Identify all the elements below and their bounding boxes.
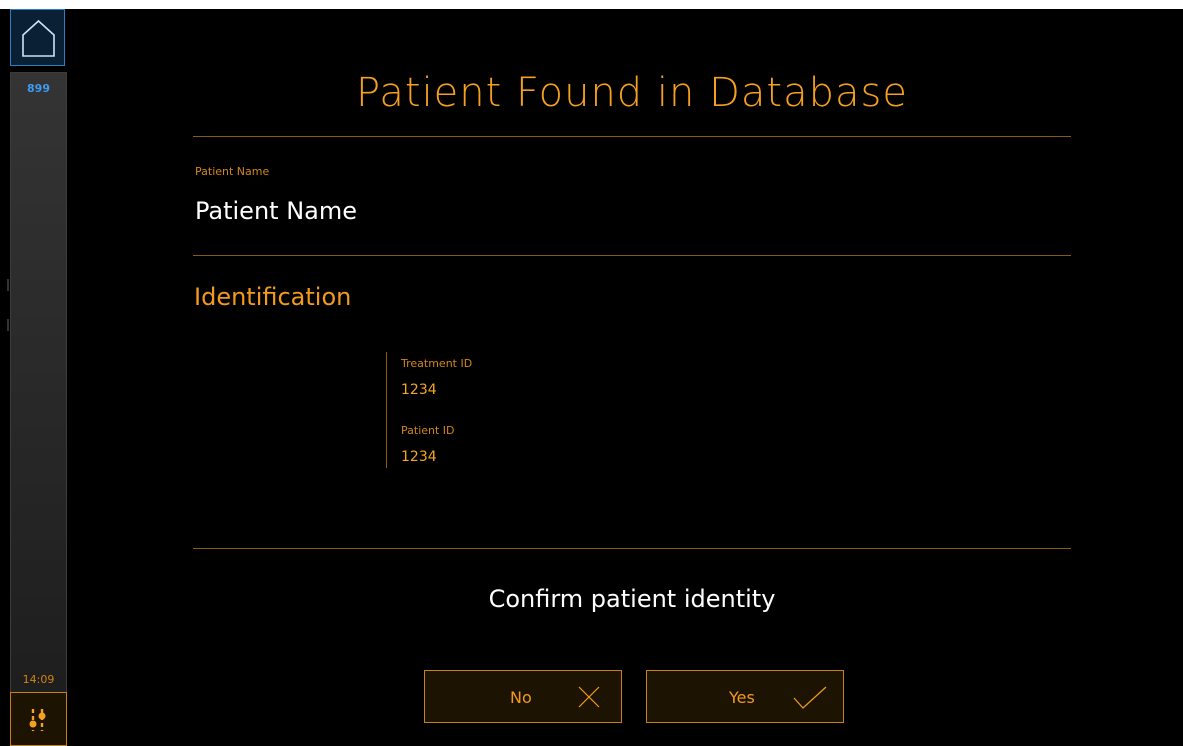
identification-accent-bar (386, 352, 387, 468)
treatment-id-label: Treatment ID (401, 357, 473, 370)
divider (193, 255, 1071, 256)
patient-id-value: 1234 (401, 449, 437, 465)
patient-name-value: Patient Name (195, 197, 357, 225)
patient-id-label: Patient ID (401, 424, 455, 437)
confirm-prompt: Confirm patient identity (488, 585, 776, 613)
treatment-id-value: 1234 (401, 382, 437, 398)
edge-marker (7, 279, 9, 291)
sliders-icon (29, 709, 46, 731)
clock: 14:09 (22, 673, 55, 686)
status-panel: 899 14:09 (10, 72, 67, 693)
checkmark-icon (793, 686, 827, 709)
no-button[interactable]: No (424, 670, 622, 723)
identification-heading: Identification (194, 283, 352, 311)
count-badge: 899 (27, 82, 50, 95)
home-button[interactable] (10, 9, 65, 66)
sidebar: 899 14:09 (0, 9, 72, 746)
close-icon (578, 686, 600, 708)
yes-button[interactable]: Yes (646, 670, 844, 723)
home-icon (22, 19, 55, 57)
edge-marker (7, 319, 9, 331)
patient-name-label: Patient Name (195, 165, 270, 178)
page-title: Patient Found in Database (356, 70, 908, 116)
divider (193, 548, 1071, 549)
no-button-label: No (510, 688, 532, 707)
window-top-strip (0, 0, 1183, 9)
settings-button[interactable] (10, 692, 67, 746)
yes-button-label: Yes (729, 688, 755, 707)
divider (193, 136, 1071, 137)
